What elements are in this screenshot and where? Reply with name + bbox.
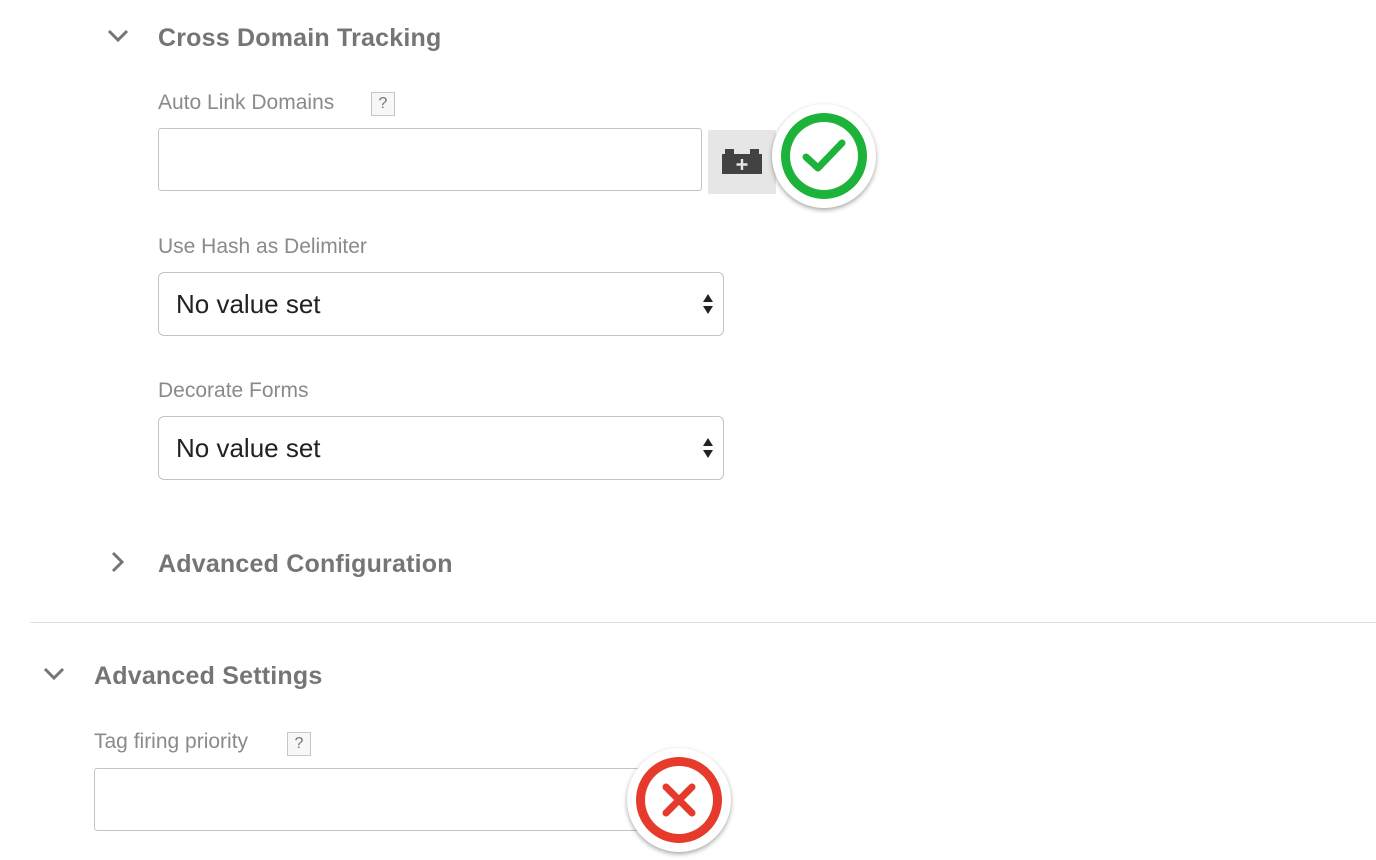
tag-firing-priority-label: Tag firing priority — [94, 730, 249, 753]
valid-status-badge — [772, 104, 876, 208]
decorate-forms-select[interactable]: No value set — [158, 416, 724, 480]
chevron-right-icon[interactable] — [106, 550, 130, 574]
section-divider — [30, 622, 1376, 623]
chevron-down-icon[interactable] — [42, 662, 66, 686]
decorate-forms-value: No value set — [176, 432, 321, 463]
decorate-forms-label: Decorate Forms — [158, 379, 309, 402]
section-title-advanced-configuration[interactable]: Advanced Configuration — [158, 550, 453, 579]
auto-link-domains-label: Auto Link Domains — [158, 91, 335, 114]
add-variable-icon — [722, 149, 762, 174]
check-icon — [802, 139, 846, 172]
use-hash-select[interactable]: No value set — [158, 272, 724, 336]
select-arrows-icon — [703, 294, 713, 314]
invalid-status-badge — [627, 748, 731, 852]
section-title-cross-domain[interactable]: Cross Domain Tracking — [158, 24, 441, 53]
tag-firing-priority-input[interactable] — [94, 768, 674, 831]
use-hash-value: No value set — [176, 288, 321, 319]
help-icon[interactable]: ? — [287, 732, 311, 756]
help-icon[interactable]: ? — [371, 92, 395, 116]
select-arrows-icon — [703, 438, 713, 458]
use-hash-label: Use Hash as Delimiter — [158, 235, 367, 258]
section-title-advanced-settings[interactable]: Advanced Settings — [94, 662, 322, 691]
x-icon — [662, 783, 696, 817]
tag-configuration-panel: Cross Domain Tracking Auto Link Domains … — [0, 0, 1376, 860]
chevron-down-icon[interactable] — [106, 24, 130, 48]
insert-variable-button[interactable] — [708, 130, 776, 194]
auto-link-domains-input[interactable] — [158, 128, 702, 191]
